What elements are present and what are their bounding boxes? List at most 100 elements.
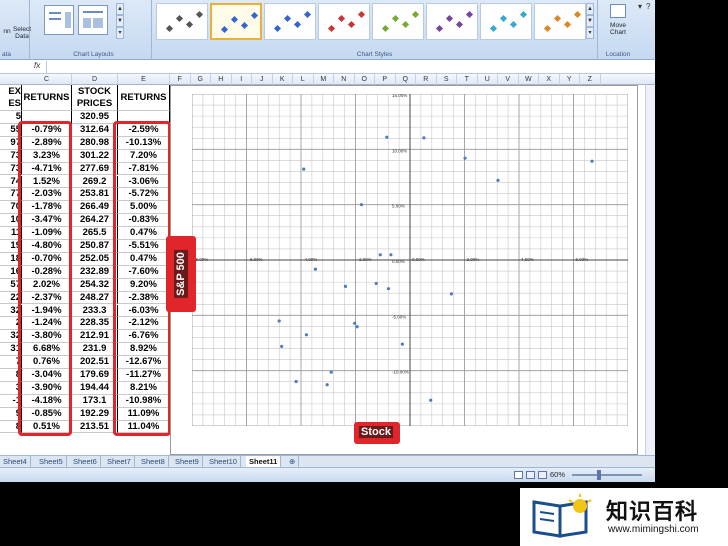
sheet-tab-sheet5[interactable]: Sheet5 bbox=[36, 456, 67, 467]
styles-scroll-up[interactable]: ▲ bbox=[586, 3, 594, 15]
cell-d[interactable]: 265.5 bbox=[72, 227, 118, 240]
chart-style-7[interactable] bbox=[480, 3, 532, 40]
vertical-scrollbar[interactable] bbox=[645, 85, 655, 455]
column-header-c[interactable]: C bbox=[22, 74, 72, 85]
stock-callout: Stock bbox=[354, 422, 400, 444]
sheet-tab-sheet8[interactable]: Sheet8 bbox=[138, 456, 169, 467]
cell-d[interactable]: 248.27 bbox=[72, 291, 118, 305]
sheet-tab-sheet9[interactable]: Sheet9 bbox=[172, 456, 203, 467]
column-header-g[interactable]: G bbox=[191, 74, 211, 85]
column-header-f[interactable]: F bbox=[170, 74, 191, 85]
cell-d[interactable]: 232.89 bbox=[72, 265, 118, 279]
cell-d[interactable]: 320.95 bbox=[72, 111, 118, 124]
column-header-n[interactable]: N bbox=[334, 74, 355, 85]
column-header-e[interactable]: E bbox=[118, 74, 170, 85]
chart-layout-1[interactable] bbox=[44, 5, 74, 35]
styles-scroll-down[interactable]: ▼ bbox=[586, 15, 594, 27]
column-header-h[interactable]: H bbox=[211, 74, 232, 85]
chart-style-1[interactable] bbox=[156, 3, 208, 40]
chart-style-4[interactable] bbox=[318, 3, 370, 40]
column-header-k[interactable]: K bbox=[273, 74, 293, 85]
layouts-scroll-up[interactable]: ▲ bbox=[116, 3, 124, 15]
scatter-plot[interactable]: -8.00% -6.00% -4.00% -2.00% 0.00% 2.00% 4.00% 6… bbox=[192, 94, 628, 426]
sheet-tab-sheet10[interactable]: Sheet10 bbox=[206, 456, 241, 467]
cell-d[interactable]: 231.9 bbox=[72, 343, 118, 357]
cell-d[interactable]: 179.69 bbox=[72, 369, 118, 382]
zoom-slider-thumb[interactable] bbox=[597, 470, 601, 480]
column-header-u[interactable]: U bbox=[478, 74, 498, 85]
cell-d[interactable]: 213.51 bbox=[72, 420, 118, 434]
cell-d[interactable]: 252.05 bbox=[72, 252, 118, 266]
cell-d[interactable]: 280.98 bbox=[72, 136, 118, 150]
column-header-i[interactable]: I bbox=[232, 74, 252, 85]
column-header-l[interactable]: L bbox=[293, 74, 314, 85]
style-preview-point bbox=[509, 20, 518, 29]
cell-d[interactable]: 194.44 bbox=[72, 381, 118, 395]
cell-d[interactable]: 192.29 bbox=[72, 407, 118, 421]
header-cell-stock-prices[interactable]: STOCK PRICES bbox=[72, 85, 118, 111]
cell-d[interactable]: 228.35 bbox=[72, 317, 118, 331]
sheet-tab-sheet6[interactable]: Sheet6 bbox=[70, 456, 101, 467]
insert-sheet-icon[interactable]: ⊕ bbox=[286, 456, 300, 467]
cell-d[interactable]: 266.49 bbox=[72, 201, 118, 215]
column-header-r[interactable]: R bbox=[416, 74, 437, 85]
chart-style-3[interactable] bbox=[264, 3, 316, 40]
cell-d[interactable]: 202.51 bbox=[72, 356, 118, 369]
zoom-slider-track[interactable] bbox=[572, 474, 642, 476]
chart-style-8[interactable] bbox=[534, 3, 586, 40]
chart-layout-2[interactable] bbox=[78, 5, 108, 35]
help-icon[interactable]: ? bbox=[646, 2, 650, 11]
column-header-s[interactable]: S bbox=[437, 74, 457, 85]
column-header-o[interactable]: O bbox=[355, 74, 375, 85]
cell-d[interactable]: 173.1 bbox=[72, 394, 118, 408]
layouts-more[interactable]: ▾ bbox=[116, 27, 124, 39]
header-cell-returns-e[interactable]: RETURNS bbox=[118, 85, 170, 111]
select-data-button[interactable]: Select Data bbox=[12, 26, 32, 40]
select-data-label: Select Data bbox=[12, 26, 32, 40]
formula-input[interactable] bbox=[46, 61, 646, 73]
chart-layouts-label: Chart Layouts bbox=[73, 51, 114, 58]
logo-text: 知识百科 bbox=[606, 500, 699, 525]
sheet-tab-sheet11[interactable]: Sheet11 bbox=[246, 456, 282, 467]
page-layout-view-icon[interactable] bbox=[526, 471, 535, 479]
column-header-y[interactable]: Y bbox=[560, 74, 580, 85]
cell-d[interactable]: 250.87 bbox=[72, 240, 118, 253]
zoom-level[interactable]: 60% bbox=[550, 470, 565, 479]
column-header-j[interactable]: J bbox=[252, 74, 273, 85]
cell-d[interactable]: 269.2 bbox=[72, 175, 118, 189]
move-chart-button[interactable]: Move Chart bbox=[602, 4, 634, 42]
cell-d[interactable]: 254.32 bbox=[72, 278, 118, 292]
cell-d[interactable]: 301.22 bbox=[72, 149, 118, 163]
minimize-ribbon-icon[interactable]: ▾ bbox=[638, 2, 642, 11]
data-point bbox=[378, 253, 382, 257]
column-header-w[interactable]: W bbox=[519, 74, 539, 85]
chart-style-5[interactable] bbox=[372, 3, 424, 40]
cell-d[interactable]: 212.91 bbox=[72, 330, 118, 344]
column-header-t[interactable]: T bbox=[457, 74, 478, 85]
column-header-m[interactable]: M bbox=[314, 74, 334, 85]
header-cell-returns-c[interactable]: RETURNS bbox=[22, 85, 72, 111]
excel-window: nn ata Select Data ▲ ▼ ▾ Chart Layouts ▲… bbox=[0, 0, 655, 482]
cell-d[interactable]: 233.3 bbox=[72, 304, 118, 318]
cell-d[interactable]: 277.69 bbox=[72, 162, 118, 176]
column-header-p[interactable]: P bbox=[375, 74, 396, 85]
chart-style-6[interactable] bbox=[426, 3, 478, 40]
cell-d[interactable]: 253.81 bbox=[72, 188, 118, 202]
cell-d[interactable]: 312.64 bbox=[72, 123, 118, 137]
column-header-z[interactable]: Z bbox=[580, 74, 601, 85]
sheet-tab-sheet7[interactable]: Sheet7 bbox=[104, 456, 135, 467]
column-header-q[interactable]: Q bbox=[396, 74, 416, 85]
page-break-view-icon[interactable] bbox=[538, 471, 547, 479]
styles-more[interactable]: ▾ bbox=[586, 27, 594, 39]
column-header-x[interactable]: X bbox=[539, 74, 560, 85]
function-icon[interactable]: fx bbox=[34, 61, 40, 70]
normal-view-icon[interactable] bbox=[514, 471, 523, 479]
layouts-scroll-down[interactable]: ▼ bbox=[116, 15, 124, 27]
chart-style-2[interactable] bbox=[210, 3, 262, 40]
column-header-d[interactable]: D bbox=[72, 74, 118, 85]
sheet-tab-sheet4[interactable]: Sheet4 bbox=[0, 456, 31, 467]
style-preview-point bbox=[303, 10, 312, 19]
header-cell-b[interactable]: EX ES bbox=[0, 85, 22, 111]
cell-d[interactable]: 264.27 bbox=[72, 214, 118, 228]
column-header-v[interactable]: V bbox=[498, 74, 519, 85]
